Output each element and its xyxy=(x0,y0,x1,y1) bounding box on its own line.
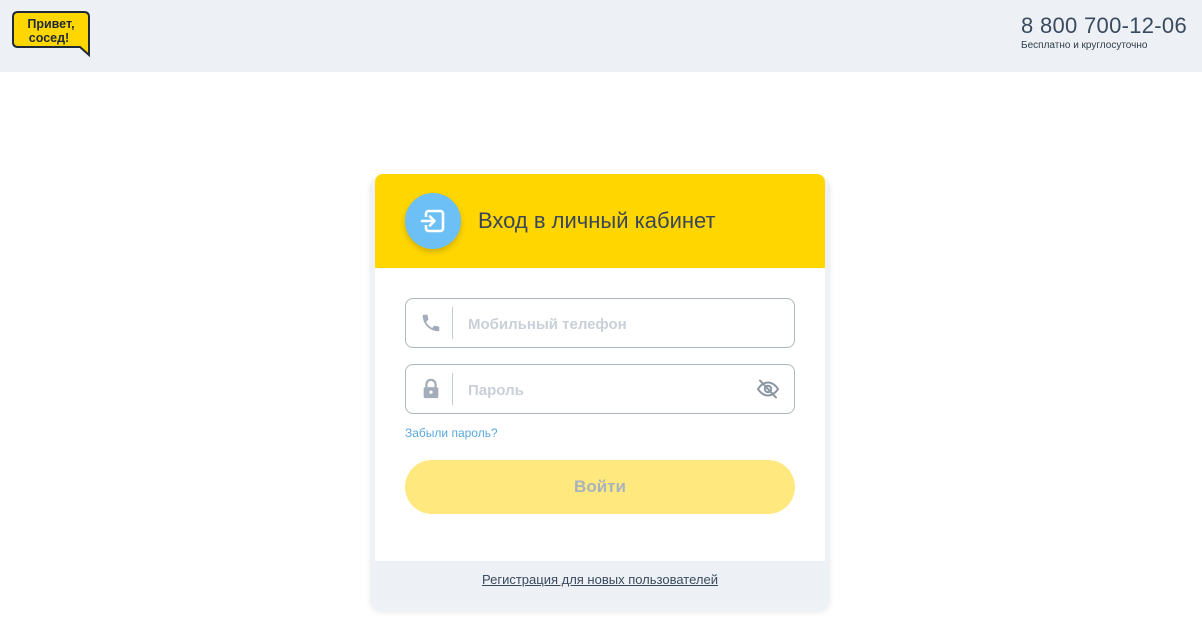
site-header: Привет, сосед! 8 800 700-12-06 Бесплатно… xyxy=(0,0,1202,72)
login-card-footer: Регистрация для новых пользователей xyxy=(375,561,825,600)
login-title: Вход в личный кабинет xyxy=(478,208,716,233)
phone-field[interactable] xyxy=(405,298,795,348)
password-input[interactable] xyxy=(466,373,740,407)
login-card-header: Вход в личный кабинет xyxy=(375,174,825,268)
brand-logo[interactable]: Привет, сосед! xyxy=(12,9,90,57)
password-field-divider xyxy=(452,373,453,405)
login-card: Вход в личный кабинет Заб xyxy=(375,174,825,600)
forgot-password-link[interactable]: Забыли пароль? xyxy=(405,426,498,440)
eye-off-icon[interactable] xyxy=(756,377,780,401)
lock-icon xyxy=(420,378,442,400)
password-field[interactable] xyxy=(405,364,795,414)
contact-block: 8 800 700-12-06 Бесплатно и круглосуточн… xyxy=(1021,14,1187,52)
phone-icon xyxy=(420,312,442,334)
hotline-note: Бесплатно и круглосуточно xyxy=(1021,40,1148,51)
logo-text-line1: Привет, xyxy=(27,17,74,31)
login-icon xyxy=(405,193,461,249)
phone-input[interactable] xyxy=(466,307,740,341)
register-link[interactable]: Регистрация для новых пользователей xyxy=(482,572,718,587)
login-button[interactable]: Войти xyxy=(405,460,795,514)
hotline-phone[interactable]: 8 800 700-12-06 xyxy=(1021,14,1187,38)
phone-field-divider xyxy=(452,307,453,339)
logo-text-line2: сосед! xyxy=(29,31,69,45)
